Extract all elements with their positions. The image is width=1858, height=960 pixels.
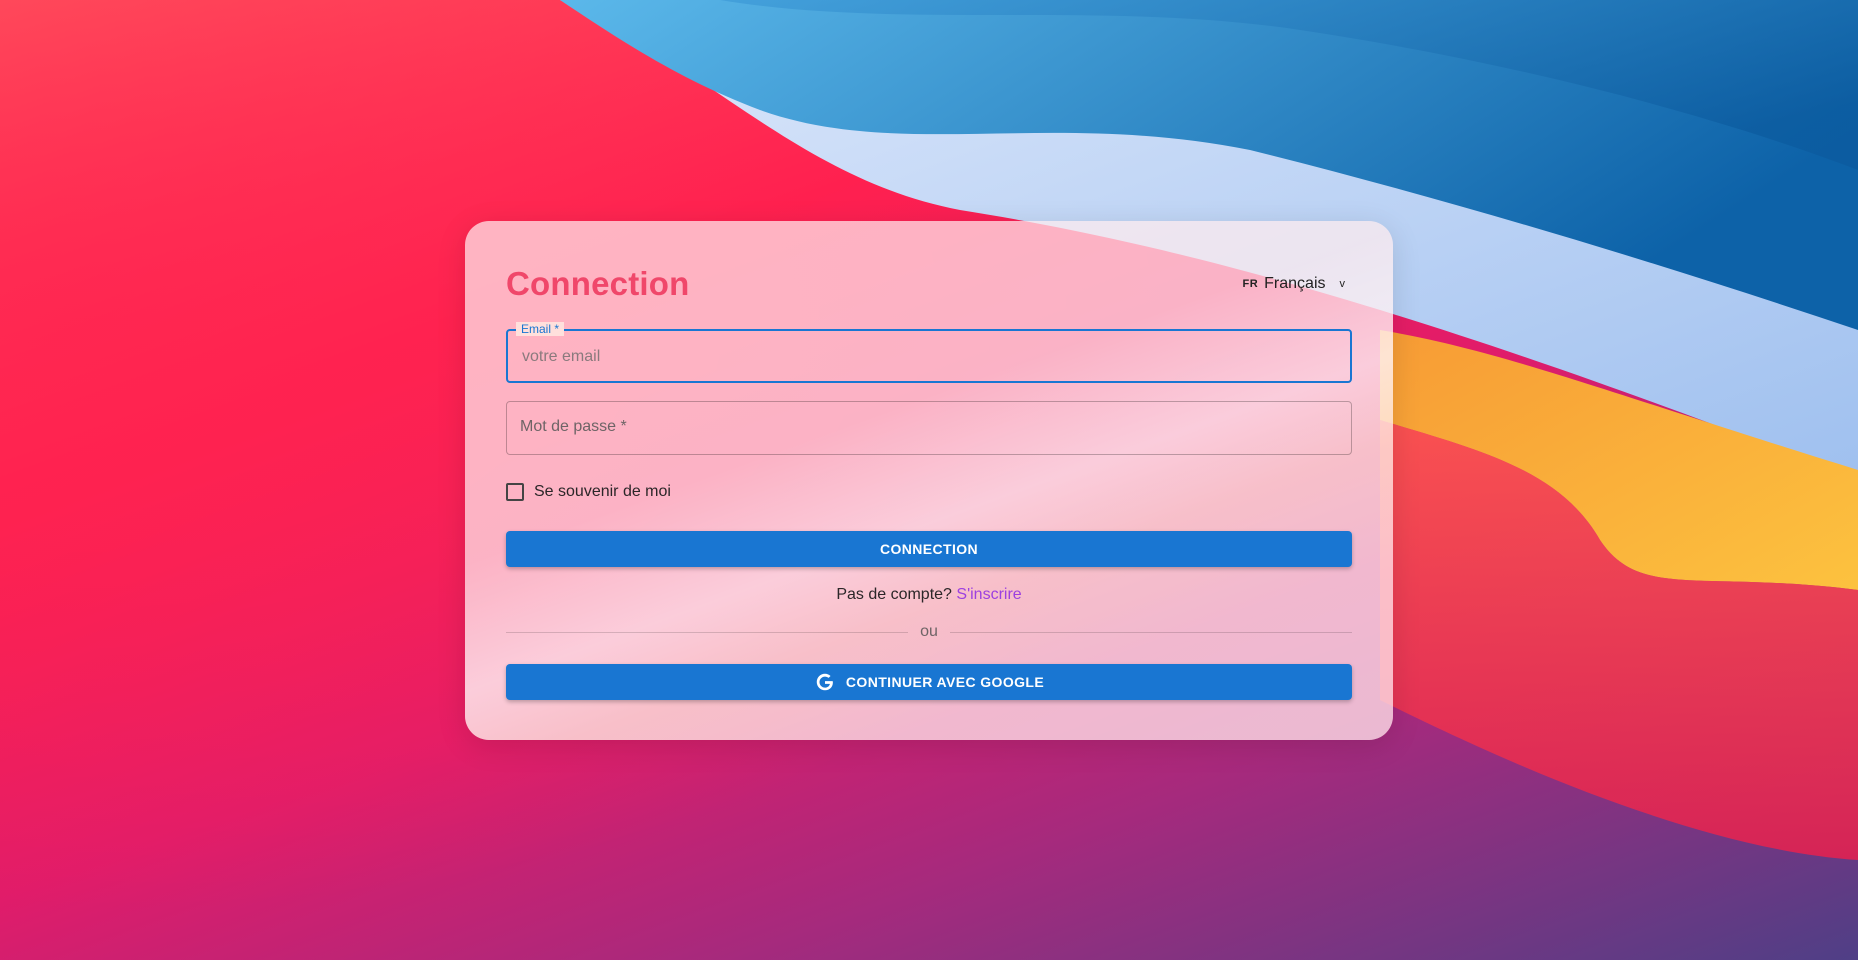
remember-me[interactable]: Se souvenir de moi bbox=[506, 483, 671, 501]
google-icon bbox=[816, 673, 834, 691]
google-button-label: CONTINUER AVEC GOOGLE bbox=[845, 674, 1045, 690]
language-label: Français bbox=[1264, 275, 1326, 292]
signup-link[interactable]: S'inscrire bbox=[956, 586, 1021, 603]
divider-text: ou bbox=[920, 623, 938, 640]
or-divider: ou bbox=[506, 623, 1353, 641]
checkbox-icon[interactable] bbox=[506, 483, 524, 501]
email-field: Email * bbox=[506, 322, 1352, 383]
password-field: Mot de passe * bbox=[506, 401, 1352, 456]
language-flag: FR bbox=[1242, 278, 1259, 290]
password-input[interactable] bbox=[519, 402, 1343, 456]
login-card: Connection FR Français v Email * Mot de … bbox=[465, 221, 1393, 740]
divider-line-right bbox=[949, 631, 1353, 633]
signup-prompt: Pas de compte? S'inscrire bbox=[465, 586, 1393, 604]
remember-label: Se souvenir de moi bbox=[534, 483, 671, 500]
email-input[interactable] bbox=[520, 331, 1344, 383]
page-title: Connection bbox=[506, 265, 690, 302]
divider-line-left bbox=[506, 631, 909, 633]
google-login-button[interactable]: CONTINUER AVEC GOOGLE bbox=[506, 664, 1352, 700]
signup-text: Pas de compte? bbox=[836, 586, 952, 603]
language-selector[interactable]: FR Français v bbox=[1242, 275, 1345, 293]
chevron-down-icon: v bbox=[1339, 278, 1346, 290]
login-button[interactable]: CONNECTION bbox=[506, 531, 1352, 567]
